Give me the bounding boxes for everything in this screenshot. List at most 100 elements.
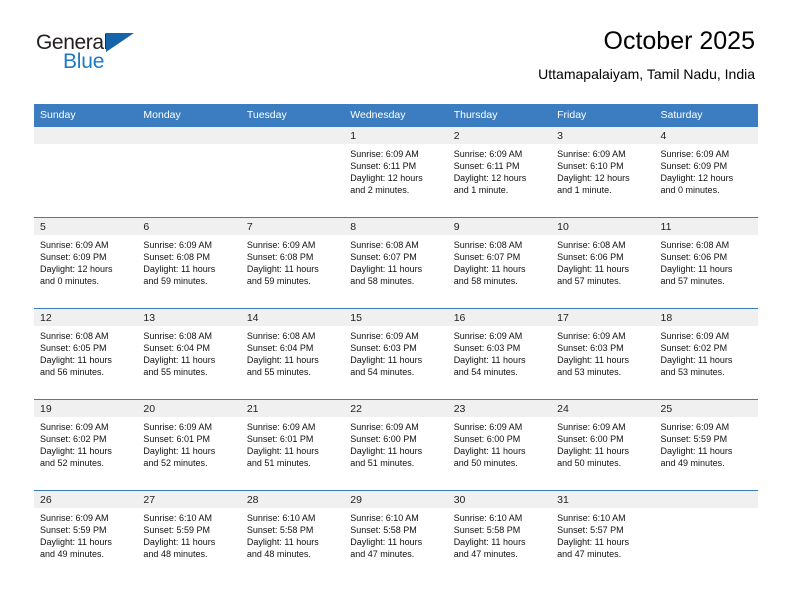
calendar-day-cell[interactable]: 18 Sunrise: 6:09 AM Sunset: 6:02 PM Dayligh… <box>654 308 758 400</box>
day-details: Sunrise: 6:09 AM Sunset: 6:09 PM Daylight:… <box>34 235 137 287</box>
daylight-text-line2: and 52 minutes. <box>40 458 105 469</box>
daylight-text-line2: and 55 minutes. <box>246 367 311 378</box>
calendar-day-cell[interactable]: 26 Sunrise: 6:09 AM Sunset: 5:59 PM Dayligh… <box>34 490 138 581</box>
calendar-day-cell[interactable]: 29 Sunrise: 6:10 AM Sunset: 5:58 PM Dayligh… <box>344 490 448 581</box>
calendar-day-cell[interactable]: 17 Sunrise: 6:09 AM Sunset: 6:03 PM Dayligh… <box>551 308 655 400</box>
calendar-day-cell[interactable]: 10 Sunrise: 6:08 AM Sunset: 6:06 PM Dayligh… <box>551 217 655 309</box>
day-number: 14 <box>240 309 345 326</box>
calendar-day-cell[interactable]: 30 Sunrise: 6:10 AM Sunset: 5:58 PM Dayligh… <box>447 490 552 581</box>
day-number: 31 <box>551 491 655 508</box>
day-number: 11 <box>654 218 758 235</box>
day-number: 18 <box>654 309 758 326</box>
calendar-day-cell[interactable]: 3 Sunrise: 6:09 AM Sunset: 6:10 PM Daylight… <box>551 126 655 218</box>
calendar-day-cell[interactable]: 7 Sunrise: 6:09 AM Sunset: 6:08 PM Daylight… <box>240 217 345 309</box>
day-details: Sunrise: 6:09 AM Sunset: 6:11 PM Daylight:… <box>344 144 447 196</box>
sunset-text: Sunset: 6:05 PM <box>40 343 107 354</box>
calendar-day-cell[interactable]: 28 Sunrise: 6:10 AM Sunset: 5:58 PM Dayligh… <box>240 490 345 581</box>
calendar-week-row: 1 Sunrise: 6:09 AM Sunset: 6:11 PM Daylight… <box>34 126 758 218</box>
calendar-day-cell[interactable]: 9 Sunrise: 6:08 AM Sunset: 6:07 PM Daylight… <box>447 217 552 309</box>
calendar-day-cell[interactable]: 4 Sunrise: 6:09 AM Sunset: 6:09 PM Daylight… <box>654 126 758 218</box>
day-number: 17 <box>551 309 655 326</box>
calendar-day-cell[interactable]: 12 Sunrise: 6:08 AM Sunset: 6:05 PM Dayligh… <box>34 308 138 400</box>
sunset-text: Sunset: 6:02 PM <box>660 343 728 354</box>
sunset-text: Sunset: 6:02 PM <box>40 434 107 445</box>
calendar-day-cell[interactable]: 27 Sunrise: 6:10 AM Sunset: 5:59 PM Dayligh… <box>137 490 241 581</box>
sunset-text: Sunset: 5:58 PM <box>453 525 521 536</box>
day-number: 21 <box>240 400 345 417</box>
day-details: Sunrise: 6:08 AM Sunset: 6:05 PM Daylight:… <box>34 326 137 378</box>
calendar-day-cell[interactable]: 20 Sunrise: 6:09 AM Sunset: 6:01 PM Dayligh… <box>137 399 241 491</box>
day-details: Sunrise: 6:09 AM Sunset: 6:08 PM Daylight:… <box>241 235 344 287</box>
calendar-body: 1 Sunrise: 6:09 AM Sunset: 6:11 PM Daylight… <box>34 126 758 581</box>
daylight-text-line2: and 1 minute. <box>557 185 612 196</box>
day-details: Sunrise: 6:09 AM Sunset: 5:59 PM Daylight:… <box>655 417 758 469</box>
day-details: Sunrise: 6:10 AM Sunset: 5:58 PM Daylight:… <box>344 508 447 560</box>
day-number: 12 <box>34 309 138 326</box>
calendar-day-cell[interactable]: 13 Sunrise: 6:08 AM Sunset: 6:04 PM Dayligh… <box>137 308 241 400</box>
daylight-text-line1: Daylight: 11 hours <box>143 446 216 457</box>
sunrise-text: Sunrise: 6:09 AM <box>143 240 212 250</box>
sunrise-text: Sunrise: 6:10 AM <box>143 513 212 523</box>
day-number: 26 <box>34 491 138 508</box>
calendar-day-cell[interactable]: 15 Sunrise: 6:09 AM Sunset: 6:03 PM Dayligh… <box>344 308 448 400</box>
daylight-text-line2: and 59 minutes. <box>143 276 208 287</box>
sunrise-text: Sunrise: 6:09 AM <box>40 513 109 523</box>
calendar-day-cell[interactable]: 6 Sunrise: 6:09 AM Sunset: 6:08 PM Daylight… <box>137 217 241 309</box>
calendar-week-row: 5 Sunrise: 6:09 AM Sunset: 6:09 PM Daylight… <box>34 217 758 309</box>
day-details: Sunrise: 6:10 AM Sunset: 5:59 PM Daylight:… <box>137 508 240 560</box>
day-number: 10 <box>551 218 655 235</box>
day-details: Sunrise: 6:09 AM Sunset: 6:08 PM Daylight:… <box>137 235 240 287</box>
calendar-day-cell[interactable]: 23 Sunrise: 6:09 AM Sunset: 6:00 PM Dayligh… <box>447 399 552 491</box>
sunrise-text: Sunrise: 6:08 AM <box>660 240 730 250</box>
daylight-text-line2: and 54 minutes. <box>350 367 415 378</box>
daylight-text-line2: and 51 minutes. <box>350 458 415 469</box>
day-number: 7 <box>240 218 345 235</box>
sunset-text: Sunset: 5:59 PM <box>40 525 107 536</box>
daylight-text-line2: and 50 minutes. <box>557 458 622 469</box>
daylight-text-line2: and 53 minutes. <box>660 367 725 378</box>
daylight-text-line2: and 2 minutes. <box>350 185 410 196</box>
calendar-day-cell[interactable]: 1 Sunrise: 6:09 AM Sunset: 6:11 PM Daylight… <box>344 126 448 218</box>
sunrise-text: Sunrise: 6:09 AM <box>660 331 730 341</box>
calendar-week-row: 19 Sunrise: 6:09 AM Sunset: 6:02 PM Dayligh… <box>34 399 758 491</box>
sunset-text: Sunset: 6:09 PM <box>40 252 107 263</box>
sunset-text: Sunset: 6:07 PM <box>350 252 417 263</box>
calendar-day-cell[interactable]: 19 Sunrise: 6:09 AM Sunset: 6:02 PM Dayligh… <box>34 399 138 491</box>
calendar-day-cell[interactable]: 5 Sunrise: 6:09 AM Sunset: 6:09 PM Daylight… <box>34 217 138 309</box>
calendar-day-cell[interactable]: 16 Sunrise: 6:09 AM Sunset: 6:03 PM Dayligh… <box>447 308 552 400</box>
sunset-text: Sunset: 6:01 PM <box>246 434 314 445</box>
daylight-text-line1: Daylight: 11 hours <box>453 264 526 275</box>
sunset-text: Sunset: 6:03 PM <box>453 343 521 354</box>
calendar-day-cell[interactable]: 22 Sunrise: 6:09 AM Sunset: 6:00 PM Dayligh… <box>344 399 448 491</box>
sunrise-text: Sunrise: 6:09 AM <box>557 331 626 341</box>
daylight-text-line2: and 47 minutes. <box>453 549 518 560</box>
calendar-day-cell[interactable]: 8 Sunrise: 6:08 AM Sunset: 6:07 PM Daylight… <box>344 217 448 309</box>
daylight-text-line1: Daylight: 11 hours <box>557 355 629 366</box>
general-blue-logo[interactable]: General Blue <box>36 30 156 78</box>
day-details: Sunrise: 6:09 AM Sunset: 6:09 PM Daylight:… <box>655 144 758 196</box>
daylight-text-line2: and 57 minutes. <box>557 276 622 287</box>
sunrise-text: Sunrise: 6:10 AM <box>557 513 626 523</box>
daylight-text-line1: Daylight: 11 hours <box>246 446 319 457</box>
sunrise-text: Sunrise: 6:09 AM <box>246 422 316 432</box>
calendar-day-cell[interactable]: 14 Sunrise: 6:08 AM Sunset: 6:04 PM Dayligh… <box>240 308 345 400</box>
daylight-text-line2: and 49 minutes. <box>660 458 725 469</box>
sunrise-text: Sunrise: 6:08 AM <box>350 240 419 250</box>
sunset-text: Sunset: 6:00 PM <box>453 434 521 445</box>
sunset-text: Sunset: 6:04 PM <box>246 343 314 354</box>
sunrise-text: Sunrise: 6:09 AM <box>40 240 109 250</box>
calendar-day-cell[interactable]: 31 Sunrise: 6:10 AM Sunset: 5:57 PM Dayligh… <box>551 490 655 581</box>
calendar-day-cell[interactable]: 2 Sunrise: 6:09 AM Sunset: 6:11 PM Daylight… <box>447 126 552 218</box>
daylight-text-line2: and 56 minutes. <box>40 367 105 378</box>
sunrise-text: Sunrise: 6:10 AM <box>350 513 419 523</box>
calendar-day-cell[interactable]: 21 Sunrise: 6:09 AM Sunset: 6:01 PM Dayligh… <box>240 399 345 491</box>
calendar-day-cell[interactable]: 25 Sunrise: 6:09 AM Sunset: 5:59 PM Dayligh… <box>654 399 758 491</box>
calendar-day-cell[interactable]: 11 Sunrise: 6:08 AM Sunset: 6:06 PM Dayligh… <box>654 217 758 309</box>
calendar-day-cell[interactable]: 24 Sunrise: 6:09 AM Sunset: 6:00 PM Dayligh… <box>551 399 655 491</box>
weekday-header-wednesday: Wednesday <box>344 104 448 127</box>
weekday-header-thursday: Thursday <box>447 104 552 127</box>
day-number: 23 <box>447 400 552 417</box>
daylight-text-line1: Daylight: 11 hours <box>40 355 112 366</box>
daylight-text-line2: and 0 minutes. <box>660 185 720 196</box>
daylight-text-line1: Daylight: 11 hours <box>143 537 216 548</box>
